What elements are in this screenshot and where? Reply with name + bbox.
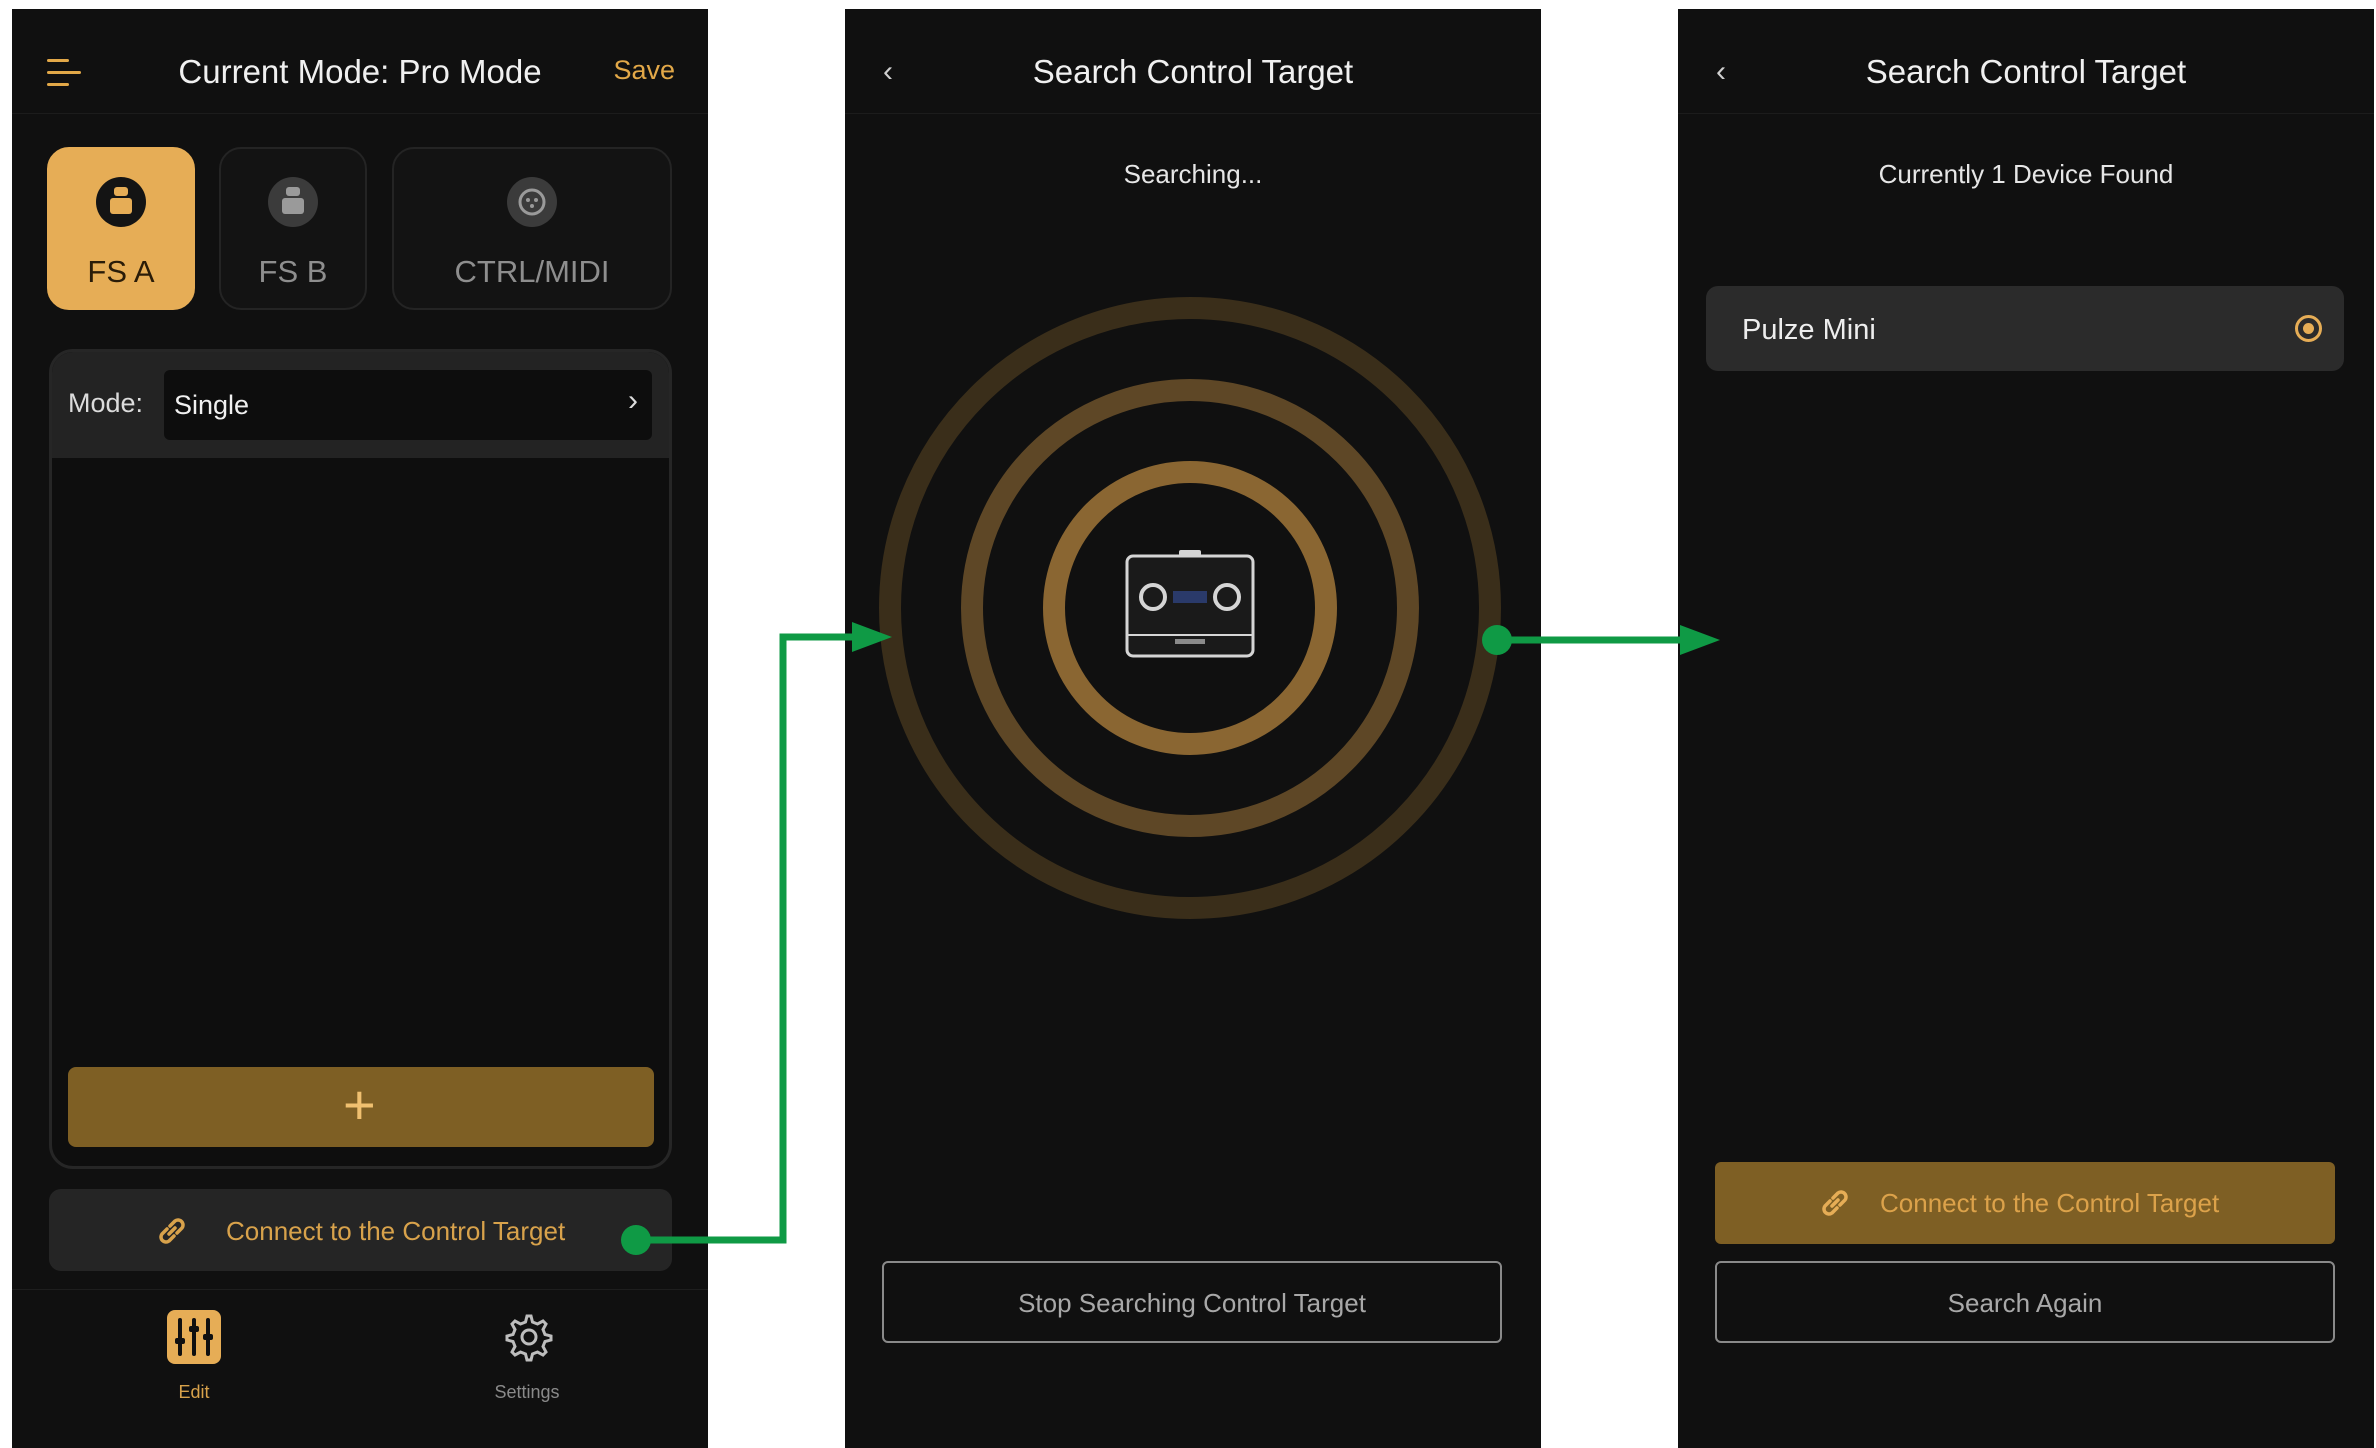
link-icon [159, 1218, 185, 1244]
mode-select[interactable]: Single › [164, 370, 652, 440]
gear-icon [505, 1314, 553, 1362]
connect-label: Connect to the Control Target [1880, 1188, 2220, 1218]
nav-label: Settings [494, 1382, 560, 1402]
connect-label: Connect to the Control Target [226, 1216, 566, 1246]
bottom-nav: Edit Settings [12, 1289, 708, 1448]
device-list-item[interactable]: Pulze Mini [1706, 286, 2344, 371]
device-found-screen: ‹ Search Control Target Currently 1 Devi… [1678, 9, 2374, 1448]
connect-control-target-button[interactable]: Connect to the Control Target [1715, 1162, 2335, 1244]
pedal-device-icon [1125, 550, 1255, 658]
tab-fs-b[interactable]: FS B [219, 147, 367, 310]
stop-label: Stop Searching Control Target [1018, 1288, 1366, 1318]
searching-screen: ‹ Search Control Target Searching... Sto… [845, 9, 1541, 1448]
stop-searching-button[interactable]: Stop Searching Control Target [882, 1261, 1502, 1343]
search-status: Searching... [1123, 159, 1263, 189]
page-title: Current Mode: Pro Mode [178, 53, 542, 90]
mode-value: Single [174, 390, 250, 420]
nav-label: Edit [178, 1382, 210, 1402]
tab-label: CTRL/MIDI [454, 254, 610, 289]
footswitch-icon [96, 177, 146, 227]
page-title: Search Control Target [1865, 53, 2187, 90]
sliders-icon [167, 1310, 221, 1364]
link-icon [1822, 1190, 1848, 1216]
tab-fs-a[interactable]: FS A [47, 147, 195, 310]
save-button[interactable]: Save [613, 55, 675, 86]
top-bar: ‹ Search Control Target [845, 9, 1541, 114]
page-title: Search Control Target [1032, 53, 1354, 90]
mode-row: Mode: Single › [52, 352, 669, 458]
devices-found-status: Currently 1 Device Found [1878, 159, 2174, 189]
footswitch-config-panel: Mode: Single › + [49, 349, 672, 1169]
search-radar-animation [879, 297, 1501, 919]
plus-icon: + [343, 1073, 376, 1136]
device-name: Pulze Mini [1742, 314, 1876, 346]
chevron-right-icon: › [628, 384, 638, 417]
tab-ctrl-midi[interactable]: CTRL/MIDI [392, 147, 672, 310]
search-again-button[interactable]: Search Again [1715, 1261, 2335, 1343]
mode-label: Mode: [68, 388, 144, 418]
add-button[interactable]: + [68, 1067, 654, 1147]
pro-mode-screen: Current Mode: Pro Mode Save FS A FS B CT… [12, 9, 708, 1448]
tab-label: FS B [258, 254, 328, 289]
footswitch-icon [268, 177, 318, 227]
radio-selected-icon[interactable] [2295, 315, 2322, 342]
tab-label: FS A [87, 254, 155, 289]
top-bar: ‹ Search Control Target [1678, 9, 2374, 114]
search-again-label: Search Again [1947, 1288, 2103, 1318]
top-bar: Current Mode: Pro Mode Save [12, 9, 708, 114]
midi-icon [507, 177, 557, 227]
connect-control-target-button[interactable]: Connect to the Control Target [49, 1189, 672, 1271]
